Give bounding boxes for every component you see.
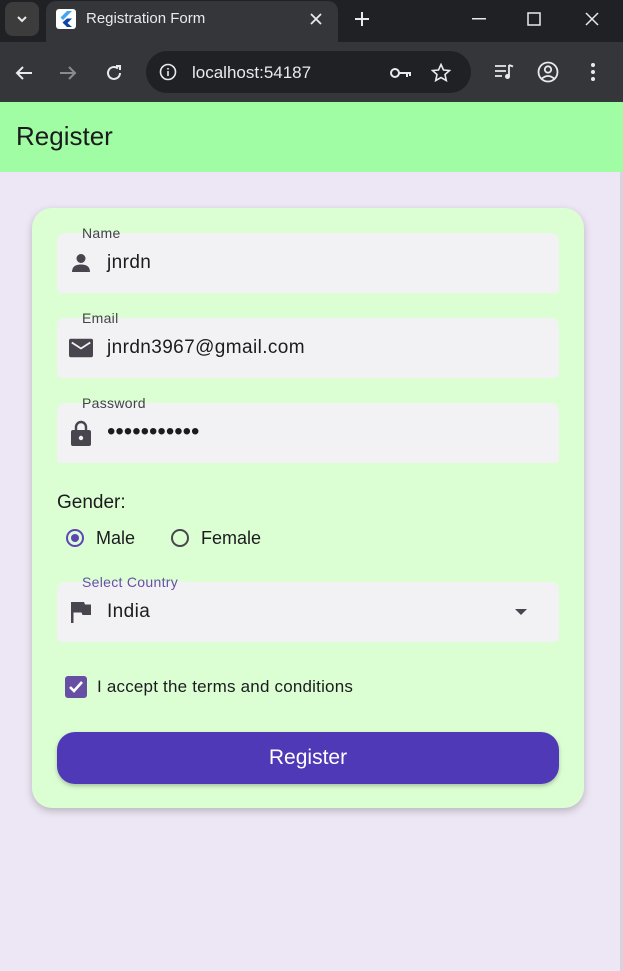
address-url[interactable]: localhost:54187 [192, 63, 311, 83]
back-arrow-icon[interactable] [9, 58, 39, 88]
terms-label: I accept the terms and conditions [97, 677, 354, 696]
new-tab-plus-icon[interactable] [349, 6, 375, 32]
reload-icon[interactable] [99, 58, 129, 88]
chevron-down-icon [17, 16, 27, 23]
radio-button-unchecked[interactable] [171, 529, 189, 547]
media-queue-icon[interactable] [490, 58, 518, 86]
page-title: Register [16, 121, 113, 151]
window-close-icon[interactable] [577, 5, 607, 33]
person-icon [69, 251, 93, 275]
dropdown-arrow-icon[interactable] [515, 609, 527, 615]
registration-card: jnrdn Name jnrdn3967@gmail.com Email •••… [32, 208, 584, 808]
email-field[interactable]: jnrdn3967@gmail.com [57, 318, 559, 378]
tab-title: Registration Form [86, 10, 206, 27]
tab-close-icon[interactable] [304, 7, 328, 31]
tab-search-button[interactable] [5, 2, 39, 36]
name-field[interactable]: jnrdn [57, 233, 559, 293]
checkmark-icon [69, 681, 83, 693]
password-field[interactable]: ••••••••••• [57, 403, 559, 463]
app-bar: Register [0, 102, 623, 172]
country-select[interactable]: India [57, 582, 559, 642]
gender-option-male-label: Male [96, 527, 136, 548]
name-label: Name [82, 225, 121, 241]
gender-radio-male[interactable]: Male [66, 526, 135, 550]
bookmark-star-icon[interactable] [429, 61, 453, 85]
flutter-favicon-icon [56, 9, 76, 29]
checkbox-checked[interactable] [65, 676, 87, 698]
name-value: jnrdn [107, 252, 152, 273]
site-info-icon[interactable] [158, 62, 178, 82]
password-label: Password [82, 395, 146, 411]
envelope-icon [69, 336, 93, 360]
window-minimize-icon[interactable] [464, 5, 494, 33]
address-bar[interactable]: localhost:54187 [146, 51, 471, 93]
more-menu-icon[interactable] [579, 58, 607, 86]
terms-checkbox-row[interactable]: I accept the terms and conditions [65, 675, 353, 699]
register-button[interactable]: Register [57, 732, 559, 784]
gender-option-female-label: Female [201, 527, 262, 548]
flag-icon [69, 600, 93, 624]
lock-icon [69, 420, 93, 446]
window-maximize-icon[interactable] [519, 5, 549, 33]
key-icon[interactable] [389, 61, 413, 85]
browser-tab-active[interactable]: Registration Form [46, 1, 338, 42]
radio-button-checked[interactable] [66, 529, 84, 547]
gender-radio-female[interactable]: Female [171, 526, 261, 550]
gender-label: Gender: [57, 492, 126, 513]
profile-icon[interactable] [534, 58, 562, 86]
email-label: Email [82, 310, 119, 326]
country-label: Select Country [82, 574, 179, 590]
browser-toolbar: localhost:54187 [0, 42, 623, 102]
email-value: jnrdn3967@gmail.com [107, 337, 305, 358]
forward-arrow-icon[interactable] [53, 58, 83, 88]
browser-tab-bar: Registration Form [0, 0, 623, 42]
password-value: ••••••••••• [107, 418, 200, 445]
country-value: India [107, 601, 151, 622]
